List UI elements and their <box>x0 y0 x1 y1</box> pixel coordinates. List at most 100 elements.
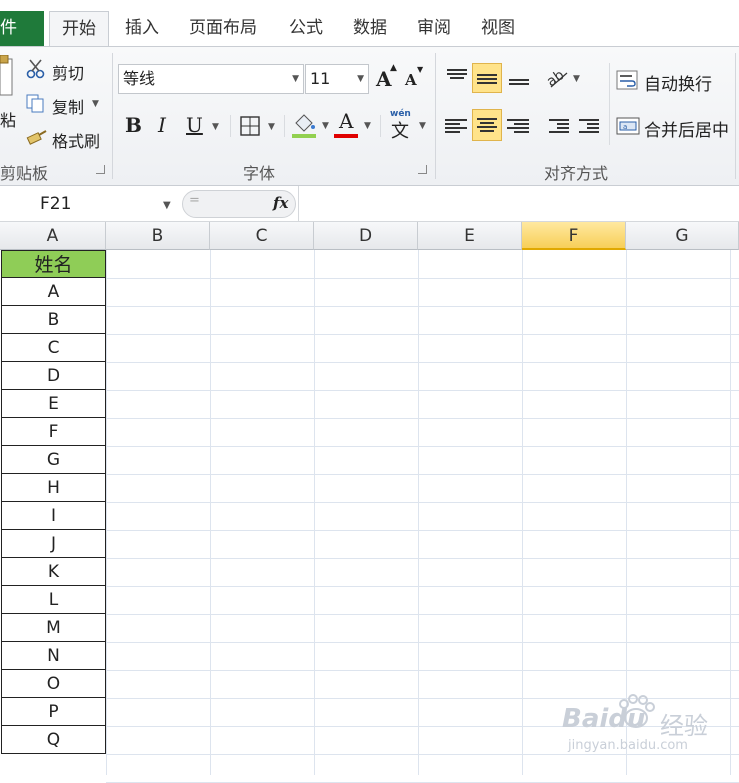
name-cell[interactable]: A <box>1 278 106 306</box>
orientation-button[interactable]: ab ▼ <box>543 63 583 93</box>
wrap-text-button[interactable]: 自动换行 <box>616 65 739 95</box>
font-launcher-icon[interactable] <box>418 165 427 174</box>
format-painter-button[interactable]: 格式刷 <box>24 125 110 151</box>
grid-vline <box>418 250 419 775</box>
italic-icon: I <box>158 113 166 137</box>
name-cell[interactable]: H <box>1 474 106 502</box>
align-left-button[interactable] <box>442 111 470 141</box>
column-header-d[interactable]: D <box>314 222 418 250</box>
font-color-swatch <box>334 134 358 138</box>
paintbrush-icon <box>26 130 47 145</box>
ribbon-home: 粘 剪切 复制 ▼ 格式刷 剪贴板 等线 ▼ 11 ▼ A ▲ A ▼ B I … <box>0 46 739 186</box>
grid-vline <box>106 250 107 775</box>
bold-icon: B <box>125 113 142 137</box>
align-top-button[interactable] <box>444 65 470 91</box>
tab-home[interactable]: 开始 <box>49 11 109 46</box>
font-size-value: 11 <box>310 69 331 88</box>
name-cell[interactable]: D <box>1 362 106 390</box>
tab-review[interactable]: 审阅 <box>417 11 451 46</box>
copy-button[interactable]: 复制 ▼ <box>24 91 104 117</box>
name-cell[interactable]: Q <box>1 726 106 754</box>
divider <box>230 115 231 137</box>
align-center-button[interactable] <box>472 109 502 141</box>
clipboard-launcher-icon[interactable] <box>96 165 105 174</box>
font-size-select[interactable]: 11 ▼ <box>305 64 369 94</box>
grid-vline <box>730 250 731 775</box>
chevron-down-icon: ▼ <box>212 122 219 132</box>
name-cell[interactable]: G <box>1 446 106 474</box>
underline-button[interactable]: U ▼ <box>182 111 222 141</box>
copy-label: 复制 <box>52 98 85 117</box>
tab-data[interactable]: 数据 <box>353 11 387 46</box>
phonetic-guide-button[interactable]: wén 文 ▼ <box>388 107 428 142</box>
divider <box>380 115 381 137</box>
wrap-text-icon <box>616 70 638 90</box>
font-color-icon: A <box>339 109 354 133</box>
watermark-url: jingyan.baidu.com <box>568 738 688 753</box>
column-header-g[interactable]: G <box>626 222 739 250</box>
column-header-b[interactable]: B <box>106 222 210 250</box>
tab-insert[interactable]: 插入 <box>125 11 159 46</box>
grid-hline <box>106 614 739 615</box>
group-divider <box>435 53 436 179</box>
name-cell[interactable]: I <box>1 502 106 530</box>
shrink-font-button[interactable]: A ▼ <box>403 65 427 91</box>
decrease-indent-button[interactable] <box>546 111 572 141</box>
bold-button[interactable]: B <box>122 111 148 141</box>
name-box[interactable]: F21 <box>0 190 180 218</box>
paste-label: 粘 <box>0 111 17 130</box>
name-cell[interactable]: K <box>1 558 106 586</box>
column-header-f[interactable]: F <box>522 222 626 250</box>
grid-vline <box>210 250 211 775</box>
increase-indent-button[interactable] <box>576 111 602 141</box>
name-cell[interactable]: P <box>1 698 106 726</box>
font-color-button[interactable]: A ▼ <box>334 109 374 141</box>
italic-button[interactable]: I <box>152 111 178 141</box>
cut-button[interactable]: 剪切 <box>24 57 94 83</box>
grid-hline <box>106 558 739 559</box>
tab-view[interactable]: 视图 <box>481 11 515 46</box>
tab-formulas[interactable]: 公式 <box>289 11 323 46</box>
column-header-c[interactable]: C <box>210 222 314 250</box>
borders-button[interactable]: ▼ <box>238 111 280 141</box>
copy-icon <box>26 94 44 113</box>
caret-up-icon: ▲ <box>390 63 397 73</box>
align-bottom-button[interactable] <box>506 65 532 91</box>
divider <box>284 115 285 137</box>
name-cell[interactable]: E <box>1 390 106 418</box>
merge-center-button[interactable]: a 合并后居中 <box>616 111 739 141</box>
name-cell[interactable]: O <box>1 670 106 698</box>
name-cell[interactable]: L <box>1 586 106 614</box>
tab-file[interactable]: 件 <box>0 11 44 46</box>
grid-hline <box>106 334 739 335</box>
grid-hline <box>106 362 739 363</box>
group-divider <box>735 53 736 179</box>
align-middle-button[interactable] <box>472 63 502 93</box>
name-cell[interactable]: N <box>1 642 106 670</box>
name-cell[interactable]: M <box>1 614 106 642</box>
insert-function-icon[interactable]: fx <box>273 194 288 212</box>
name-cell[interactable]: J <box>1 530 106 558</box>
name-cell[interactable]: C <box>1 334 106 362</box>
grid-hline <box>106 418 739 419</box>
column-header-a[interactable]: A <box>0 222 106 250</box>
paste-button[interactable]: 粘 <box>0 54 17 131</box>
column-header-e[interactable]: E <box>418 222 522 250</box>
chevron-down-icon: ▼ <box>364 121 371 131</box>
grow-font-button[interactable]: A ▲ <box>374 63 398 91</box>
chevron-down-icon: ▼ <box>357 74 364 84</box>
chevron-down-icon[interactable]: ▼ <box>163 200 171 211</box>
formula-input[interactable] <box>300 190 739 218</box>
tab-page-layout[interactable]: 页面布局 <box>189 11 257 46</box>
fill-color-button[interactable]: ▼ <box>290 109 332 141</box>
align-right-button[interactable] <box>504 111 532 141</box>
enter-icon[interactable]: = <box>189 193 200 208</box>
group-divider <box>112 53 113 179</box>
name-cell[interactable]: F <box>1 418 106 446</box>
paint-bucket-icon <box>292 114 316 138</box>
name-cell[interactable]: B <box>1 306 106 334</box>
chevron-down-icon: ▼ <box>268 122 275 132</box>
header-cell-name[interactable]: 姓名 <box>1 250 106 278</box>
chevron-down-icon: ▼ <box>292 74 299 84</box>
font-name-select[interactable]: 等线 ▼ <box>118 64 304 94</box>
